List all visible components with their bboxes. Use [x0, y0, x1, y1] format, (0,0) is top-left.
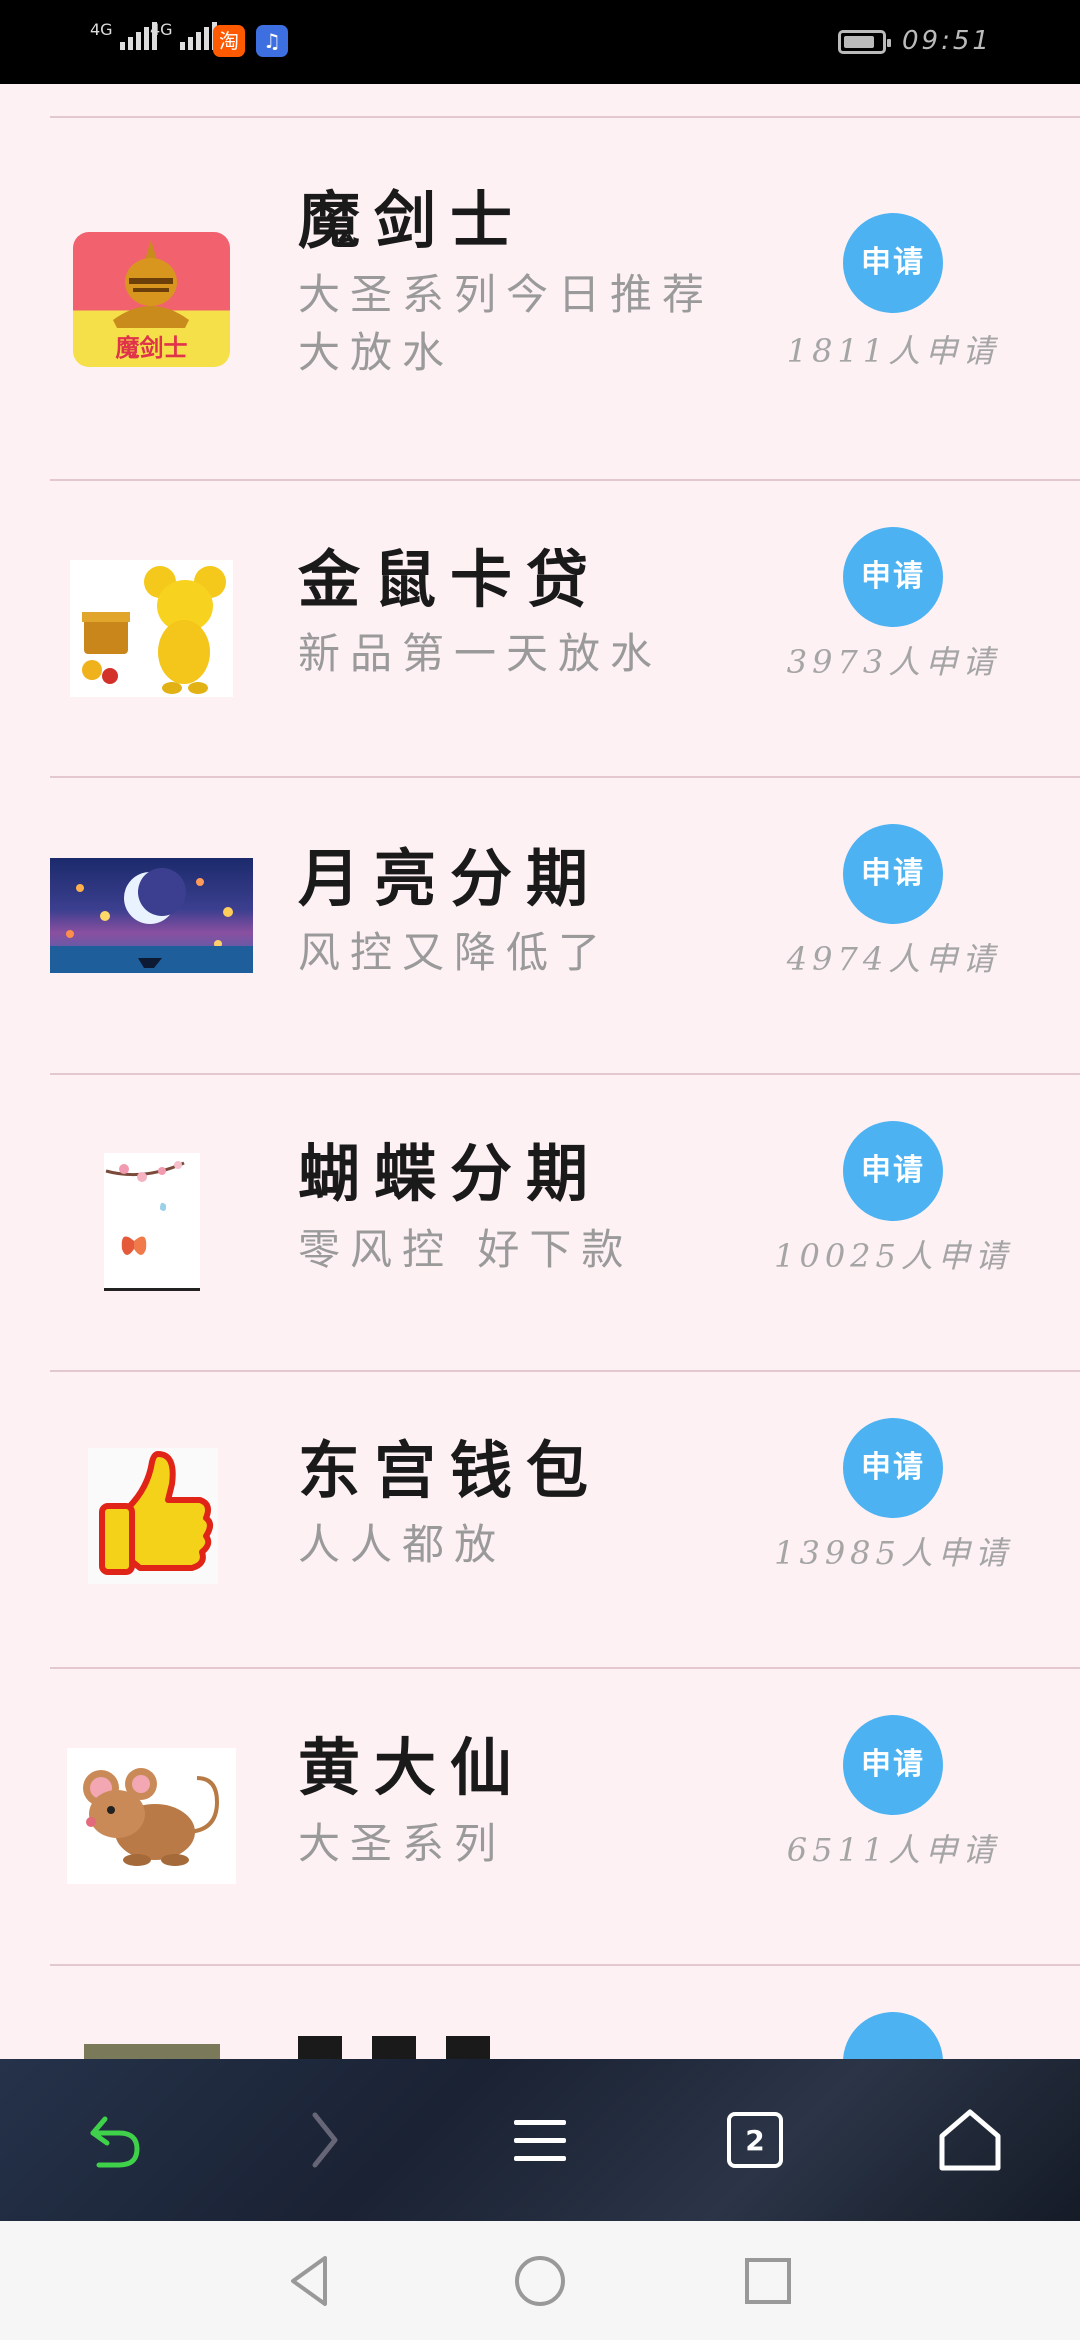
product-list[interactable]: 魔剑士 魔剑士 大圣系列今日推荐大放水 申请 1811人申请 金鼠卡贷 新品第一…: [0, 84, 1080, 2059]
apply-button[interactable]: 申请: [843, 824, 943, 924]
thumbs-up-icon: [99, 1451, 213, 1575]
product-title: 东宫钱包: [298, 1434, 603, 1507]
apply-button[interactable]: 申请: [843, 1418, 943, 1518]
apply-button[interactable]: 申请: [843, 213, 943, 313]
music-icon: ♫: [256, 25, 288, 57]
apply-count: 6511人申请: [786, 1831, 1000, 1869]
tabs-icon[interactable]: 2: [700, 2059, 810, 2221]
mouse-icon: [83, 1768, 220, 1866]
golden-mouse-thumbnail: [70, 560, 233, 697]
product-title: 蝴蝶分期: [298, 1137, 603, 1210]
status-bar: 4G 4G 淘 ♫ 09:51: [0, 0, 1080, 84]
moon-icon: [50, 868, 253, 973]
tab-count: 2: [727, 2112, 783, 2168]
butterfly-thumbnail: [104, 1153, 200, 1291]
knight-logo-thumbnail: 魔剑士: [73, 232, 230, 367]
system-nav-bar: [0, 2221, 1080, 2340]
network-type-label-2: 4G: [150, 20, 173, 39]
product-description: 大圣系列今日推荐大放水: [298, 270, 715, 377]
golden-mouse-icon: [82, 566, 226, 694]
list-item[interactable]: 魔剑士 魔剑士 大圣系列今日推荐大放水 申请 1811人申请: [0, 118, 1080, 415]
signal-strength-icon-2: 4G: [150, 22, 217, 50]
product-description: 人人都放: [298, 1520, 507, 1569]
moon-night-thumbnail: [50, 858, 253, 973]
battery-icon: [838, 30, 891, 54]
product-title: 黄大仙: [298, 1731, 527, 1804]
cartoon-mouse-thumbnail: [67, 1748, 236, 1884]
thumbnail-label: 魔剑士: [115, 334, 188, 362]
list-item[interactable]: 蝴蝶分期 零风控 好下款 申请 10025人申请: [0, 1075, 1080, 1372]
status-time: 09:51: [902, 26, 992, 56]
partial-title: [298, 2036, 518, 2059]
apply-count: 3973人申请: [786, 643, 1000, 681]
apply-count: 10025人申请: [774, 1237, 1012, 1275]
product-description: 零风控 好下款: [298, 1225, 634, 1274]
network-type-label: 4G: [90, 20, 113, 39]
taobao-icon: 淘: [213, 25, 245, 57]
home-icon[interactable]: [915, 2059, 1025, 2221]
apply-button[interactable]: 申请: [843, 1715, 943, 1815]
apply-button[interactable]: [843, 2012, 943, 2059]
signal-strength-icon: 4G: [90, 22, 157, 50]
list-item[interactable]: 黄大仙 大圣系列 申请 6511人申请: [0, 1669, 1080, 1966]
browser-toolbar: 2: [0, 2059, 1080, 2221]
apply-count: 4974人申请: [786, 940, 1000, 978]
nav-home-icon[interactable]: [500, 2221, 580, 2340]
list-item[interactable]: 金鼠卡贷 新品第一天放水 申请 3973人申请: [0, 481, 1080, 778]
nav-back-icon[interactable]: [270, 2221, 350, 2340]
apply-button[interactable]: 申请: [843, 1121, 943, 1221]
product-title: 金鼠卡贷: [298, 543, 603, 616]
list-item[interactable]: 东宫钱包 人人都放 申请 13985人申请: [0, 1372, 1080, 1669]
apply-button[interactable]: 申请: [843, 527, 943, 627]
apply-count: 1811人申请: [786, 332, 1000, 370]
menu-icon[interactable]: [485, 2059, 595, 2221]
product-description: 风控又降低了: [298, 928, 611, 977]
back-icon[interactable]: [55, 2059, 165, 2221]
list-item[interactable]: 月亮分期 风控又降低了 申请 4974人申请: [0, 778, 1080, 1075]
product-description: 大圣系列: [298, 1819, 507, 1868]
product-title: 月亮分期: [298, 842, 603, 915]
list-item[interactable]: [0, 1966, 1080, 2059]
apply-count: 13985人申请: [774, 1534, 1012, 1572]
product-description: 新品第一天放水: [298, 629, 663, 678]
thumbs-up-thumbnail: [88, 1448, 218, 1584]
forward-icon[interactable]: [270, 2059, 380, 2221]
nav-recents-icon[interactable]: [728, 2221, 808, 2340]
product-title: 魔剑士: [298, 184, 527, 257]
partial-thumbnail: [84, 2044, 220, 2059]
butterfly-icon: [105, 1161, 185, 1255]
